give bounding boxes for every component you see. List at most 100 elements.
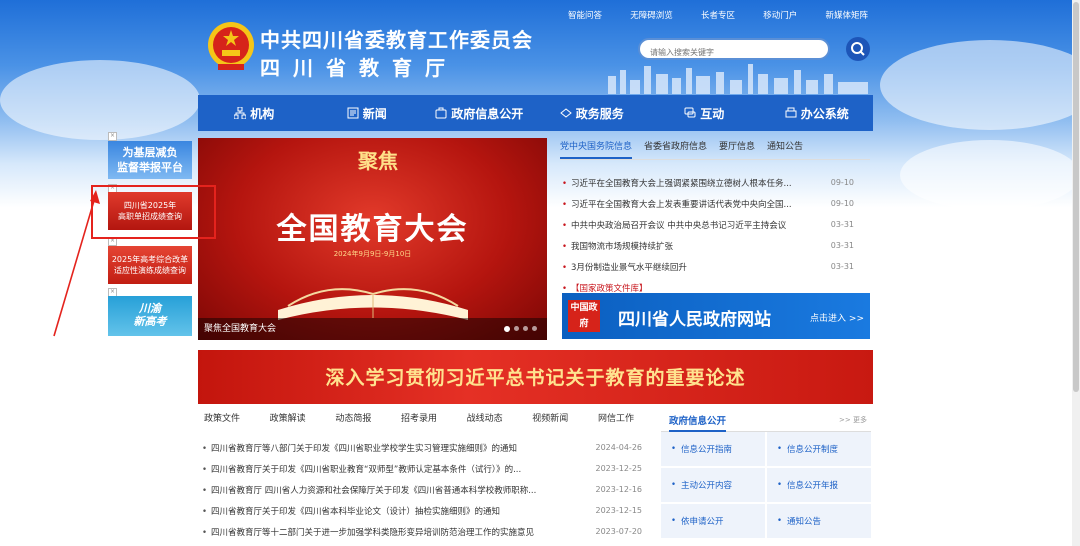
news-date: 09-10 <box>830 199 854 208</box>
policy-title[interactable]: 四川省教育厅关于印发《四川省职业教育“双师型”教师认定基本条件（试行）》的... <box>202 463 562 475</box>
gov-open-item[interactable]: 主动公开内容 <box>661 468 765 502</box>
top-link-accessibility[interactable]: 无障碍浏览 <box>630 9 673 23</box>
list-item[interactable]: 习近平在全国教育大会上强调紧紧围绕立德树人根本任务... 09-10 <box>562 172 854 193</box>
tab-dept[interactable]: 要厅信息 <box>719 137 755 159</box>
news-date: 03-31 <box>830 262 854 271</box>
tab-policy-explain[interactable]: 政策解读 <box>270 411 306 429</box>
tab-notices[interactable]: 通知公告 <box>767 137 803 159</box>
news-title[interactable]: 3月份制造业景气水平继续回升 <box>562 261 687 273</box>
policy-title[interactable]: 四川省教育厅关于印发《四川省本科毕业论文（设计）抽检实施细则》的通知 <box>202 505 562 517</box>
gov-open-item[interactable]: 信息公开年报 <box>767 468 871 502</box>
scrollbar[interactable] <box>1072 0 1080 546</box>
gov-open-grid: 信息公开指南 信息公开制度 主动公开内容 信息公开年报 依申请公开 通知公告 <box>661 432 871 538</box>
list-item[interactable]: 习近平在全国教育大会上发表重要讲话代表党中央向全国... 09-10 <box>562 193 854 214</box>
gov-open-item[interactable]: 通知公告 <box>767 504 871 538</box>
float-ad-text: 为基层减负 监督举报平台 <box>117 146 183 174</box>
nav-news[interactable]: 新闻 <box>311 95 424 131</box>
policy-date: 2024-04-26 <box>595 443 643 452</box>
carousel-dot[interactable] <box>504 326 510 332</box>
study-banner[interactable]: 深入学习贯彻习近平总书记关于教育的重要论述 <box>198 350 873 404</box>
carousel-dot[interactable] <box>532 326 537 331</box>
nav-label: 新闻 <box>362 106 387 121</box>
list-item[interactable]: 四川省教育厅关于印发《四川省职业教育“双师型”教师认定基本条件（试行）》的...… <box>202 458 642 479</box>
float-ad-report-platform[interactable]: 为基层减负 监督举报平台 <box>108 141 192 179</box>
tab-recruit[interactable]: 招考录用 <box>401 411 437 429</box>
tab-frontline[interactable]: 战线动态 <box>467 411 503 429</box>
float-ad-new-gaokao[interactable]: 川渝 新高考 <box>108 296 192 336</box>
banner-kicker: 聚焦 <box>358 149 398 173</box>
list-item[interactable]: 四川省教育厅 四川省人力资源和社会保障厅关于印发《四川省普通本科学校教师职称..… <box>202 479 642 500</box>
news-title[interactable]: 习近平在全国教育大会上强调紧紧围绕立德树人根本任务... <box>562 177 792 189</box>
gov-banner-enter[interactable]: 点击进入 >> <box>810 311 864 324</box>
nav-gov-info[interactable]: 政府信息公开 <box>423 95 536 131</box>
nav-service[interactable]: 政务服务 <box>536 95 649 131</box>
annotation-arrow-icon <box>53 190 100 337</box>
sichuan-gov-banner[interactable]: 中国政府 四川省人民政府网站 点击进入 >> <box>562 293 870 339</box>
search-button[interactable] <box>846 37 870 61</box>
policy-date: 2023-07-20 <box>595 527 643 536</box>
top-link-media[interactable]: 新媒体矩阵 <box>825 9 868 23</box>
policy-date: 2023-12-16 <box>595 485 643 494</box>
nav-label: 政府信息公开 <box>451 106 524 121</box>
list-item[interactable]: 四川省教育厅等八部门关于印发《四川省职业学校学生实习管理实施细则》的通知 2024… <box>202 437 642 458</box>
cloud <box>0 60 200 140</box>
gov-open-header: 政府信息公开 >> 更多 <box>661 409 871 432</box>
banner-caption: 聚焦全国教育大会 <box>198 318 547 340</box>
news-title[interactable]: 我国物流市场规模持续扩张 <box>562 240 673 252</box>
news-tabs: 党中央国务院信息 省委省政府信息 要厅信息 通知公告 <box>560 137 870 160</box>
scrollbar-thumb[interactable] <box>1073 2 1079 392</box>
top-link-elderly[interactable]: 长者专区 <box>701 9 735 23</box>
page-container: 智能问答 无障碍浏览 长者专区 移动门户 新媒体矩阵 中共四川省委教育工作委员会… <box>198 0 873 546</box>
cloud <box>880 40 1080 130</box>
float-ad-gaokao-drill[interactable]: 2025年高考综合改革 适应性演练成绩查询 <box>108 246 192 284</box>
policy-title[interactable]: 四川省教育厅等八部门关于印发《四川省职业学校学生实习管理实施细则》的通知 <box>202 442 562 454</box>
banner-title: 全国教育大会 <box>276 212 469 247</box>
gov-open-item[interactable]: 依申请公开 <box>661 504 765 538</box>
news-date: 09-10 <box>830 178 854 187</box>
policy-date: 2023-12-25 <box>595 464 643 473</box>
bottom-tabs: 政策文件 政策解读 动态简报 招考录用 战线动态 视频新闻 网信工作 <box>204 411 634 429</box>
tab-briefs[interactable]: 动态简报 <box>335 411 371 429</box>
carousel-dots <box>504 326 537 332</box>
tab-central[interactable]: 党中央国务院信息 <box>560 137 633 159</box>
close-icon[interactable]: × <box>108 132 117 141</box>
national-emblem-icon <box>208 22 254 70</box>
tab-cyber[interactable]: 网信工作 <box>598 411 634 429</box>
search-input[interactable] <box>648 47 822 58</box>
nav-org[interactable]: 机构 <box>198 95 311 131</box>
list-item[interactable]: 3月份制造业景气水平继续回升 03-31 <box>562 256 854 277</box>
gov-open-title[interactable]: 政府信息公开 <box>669 413 727 432</box>
news-title[interactable]: 中共中央政治局召开会议 中共中央总书记习近平主持会议 <box>562 219 786 231</box>
news-icon <box>347 107 359 119</box>
policy-list: 四川省教育厅等八部门关于印发《四川省职业学校学生实习管理实施细则》的通知 2024… <box>202 437 642 542</box>
gov-open-item[interactable]: 信息公开指南 <box>661 432 765 466</box>
main-nav: 机构 新闻 政府信息公开 政务服务 互动 办公系统 <box>198 95 873 131</box>
list-item[interactable]: 四川省教育厅关于印发《四川省本科毕业论文（设计）抽检实施细则》的通知 2023-1… <box>202 500 642 521</box>
gov-banner-title: 四川省人民政府网站 <box>618 310 771 330</box>
policy-title[interactable]: 四川省教育厅等十二部门关于进一步加强学科类隐形变异培训防范治理工作的实施意见 <box>202 526 562 538</box>
gov-open-item[interactable]: 信息公开制度 <box>767 432 871 466</box>
tab-video[interactable]: 视频新闻 <box>532 411 568 429</box>
nav-office[interactable]: 办公系统 <box>761 95 874 131</box>
hero-carousel[interactable]: 聚焦 全国教育大会 2024年9月9日-9月10日 聚焦全国教育大会 <box>198 138 547 340</box>
nav-interact[interactable]: 互动 <box>648 95 761 131</box>
policy-date: 2023-12-15 <box>595 506 643 515</box>
list-item[interactable]: 四川省教育厅等十二部门关于进一步加强学科类隐形变异培训防范治理工作的实施意见 20… <box>202 521 642 542</box>
list-item[interactable]: 我国物流市场规模持续扩张 03-31 <box>562 235 854 256</box>
top-link-qa[interactable]: 智能问答 <box>568 9 602 23</box>
news-title[interactable]: 习近平在全国教育大会上发表重要讲话代表党中央向全国... <box>562 198 792 210</box>
float-ad-text: 2025年高考综合改革 适应性演练成绩查询 <box>111 255 189 275</box>
banner-date: 2024年9月9日-9月10日 <box>333 250 412 258</box>
policy-title[interactable]: 四川省教育厅 四川省人力资源和社会保障厅关于印发《四川省普通本科学校教师职称..… <box>202 484 562 496</box>
top-link-mobile[interactable]: 移动门户 <box>763 9 797 23</box>
tab-provincial[interactable]: 省委省政府信息 <box>644 137 707 159</box>
info-icon <box>435 107 447 119</box>
list-item[interactable]: 中共中央政治局召开会议 中共中央总书记习近平主持会议 03-31 <box>562 214 854 235</box>
policy-library-link[interactable]: 【国家政策文件库】 <box>562 282 648 294</box>
news-date: 03-31 <box>830 241 854 250</box>
more-link[interactable]: >> 更多 <box>839 415 867 425</box>
carousel-dot[interactable] <box>514 326 519 331</box>
carousel-dot[interactable] <box>523 326 528 331</box>
news-date: 03-31 <box>830 220 854 229</box>
tab-policy-docs[interactable]: 政策文件 <box>204 411 240 429</box>
